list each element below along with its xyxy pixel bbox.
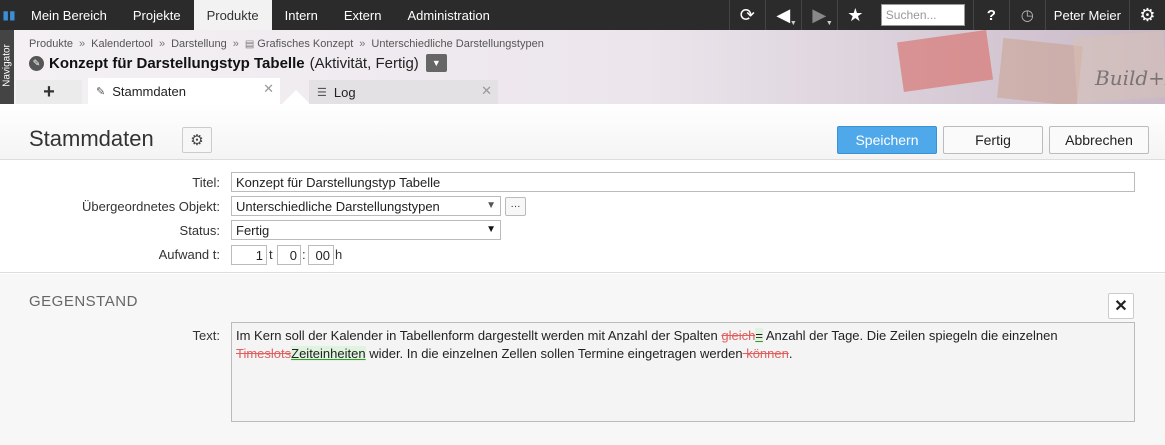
breadcrumb: Produkte » Kalendertool » Darstellung » …: [29, 38, 544, 50]
user-name[interactable]: Peter Meier: [1044, 0, 1129, 30]
breadcrumb-item[interactable]: Grafisches Konzept: [257, 38, 353, 50]
inserted-text: =: [755, 328, 763, 343]
header-decoration-script: Build+De: [1095, 66, 1165, 90]
effort-days-unit: t: [269, 247, 273, 262]
header-decoration: [896, 30, 994, 93]
close-tab-icon[interactable]: ✕: [481, 83, 492, 99]
object-type-status: (Aktivität, Fertig): [309, 54, 419, 72]
deleted-text: können: [742, 346, 789, 361]
nav-item-projekte[interactable]: Projekte: [120, 0, 194, 30]
parent-object-more-button[interactable]: ···: [505, 197, 526, 216]
page-settings-gear-icon[interactable]: ⚙: [182, 127, 212, 153]
breadcrumb-separator: »: [232, 38, 239, 50]
deleted-text: Timeslots: [236, 346, 292, 361]
text-editor[interactable]: Im Kern soll der Kalender in Tabellenfor…: [231, 322, 1135, 422]
forward-arrow-icon[interactable]: ▶ ▼: [800, 0, 837, 30]
status-label: Status:: [179, 223, 220, 238]
parent-object-value: Unterschiedliche Darstellungstypen: [236, 198, 440, 214]
header-decoration: [997, 37, 1083, 104]
tab-stammdaten[interactable]: ✎ Stammdaten ✕: [88, 78, 280, 104]
stammdaten-form: Titel: Konzept für Darstellungstyp Tabel…: [0, 161, 1165, 273]
chevron-down-icon[interactable]: ▼: [486, 200, 496, 211]
add-tab-button[interactable]: +: [16, 80, 82, 104]
deleted-text: gleich: [721, 328, 756, 343]
top-right-toolbar: ⟳ ◀▼ ▶▼ ★ ? ◷ Peter Meier ⚙: [728, 0, 1165, 30]
active-tab-indicator: [282, 90, 310, 104]
text-segment: Im Kern soll der Kalender in Tabellenfor…: [236, 328, 722, 343]
object-title-row: ✎ Konzept für Darstellungstyp Tabelle (A…: [29, 54, 447, 72]
favorites-star-icon[interactable]: ★: [836, 0, 873, 30]
text-segment: .: [788, 346, 793, 361]
effort-time-separator: :: [302, 247, 306, 262]
effort-minutes-input[interactable]: 00: [308, 245, 334, 265]
parent-object-label: Übergeordnetes Objekt:: [81, 199, 220, 214]
help-icon[interactable]: ?: [972, 0, 1009, 30]
settings-gear-icon[interactable]: ⚙: [1129, 0, 1165, 30]
breadcrumb-item[interactable]: Darstellung: [171, 38, 227, 50]
nav-item-produkte[interactable]: Produkte: [193, 0, 272, 30]
nav-item-administration[interactable]: Administration: [394, 0, 502, 30]
save-button[interactable]: Speichern: [837, 126, 937, 154]
object-menu-dropdown-icon[interactable]: ▼: [425, 54, 447, 72]
concept-board-icon: ▤: [244, 38, 255, 50]
nav-item-extern[interactable]: Extern: [331, 0, 395, 30]
activity-icon: ✎: [29, 55, 44, 71]
text-segment: Anzahl der Tage. Die Zeilen spiegeln die…: [762, 328, 1058, 343]
status-select[interactable]: Fertig ▼: [231, 220, 501, 240]
gegenstand-section: GEGENSTAND ✕ Text: Im Kern soll der Kale…: [0, 274, 1165, 445]
back-arrow-icon[interactable]: ◀ ▼: [764, 0, 801, 30]
done-button[interactable]: Fertig: [943, 126, 1043, 154]
refresh-icon[interactable]: ⟳: [728, 0, 765, 30]
effort-hours-input[interactable]: 0: [277, 245, 301, 265]
chevron-down-icon[interactable]: ▼: [486, 224, 496, 235]
breadcrumb-item[interactable]: Kalendertool: [91, 38, 153, 50]
breadcrumb-item[interactable]: Unterschiedliche Darstellungstypen: [371, 38, 543, 50]
top-navigation-bar: ▮▮ Mein Bereich Projekte Produkte Intern…: [0, 0, 1165, 30]
tab-log[interactable]: ☰ Log ✕: [309, 80, 498, 104]
close-icon[interactable]: ✕: [1108, 293, 1134, 319]
title-label: Titel:: [192, 175, 220, 190]
back-history-dropdown-icon[interactable]: ▼: [790, 20, 797, 27]
section-title: GEGENSTAND: [29, 293, 138, 310]
effort-days-input[interactable]: 1: [231, 245, 267, 265]
parent-object-select[interactable]: Unterschiedliche Darstellungstypen ▼: [231, 196, 501, 216]
nav-item-intern[interactable]: Intern: [272, 0, 331, 30]
timer-icon[interactable]: ◷: [1008, 0, 1045, 30]
breadcrumb-separator: »: [359, 38, 366, 50]
navigator-toggle[interactable]: Navigator: [0, 30, 14, 104]
effort-hours-unit: h: [335, 247, 343, 262]
list-icon: ☰: [317, 86, 327, 99]
effort-label: Aufwand t:: [158, 247, 220, 262]
text-segment: wider. In die einzelnen Zellen sollen Te…: [365, 346, 743, 361]
inserted-text: Zeiteinheiten: [291, 346, 366, 361]
object-title: Konzept für Darstellungstyp Tabelle: [49, 54, 305, 72]
cancel-button[interactable]: Abbrechen: [1049, 126, 1149, 154]
forward-history-dropdown-icon[interactable]: ▼: [826, 20, 833, 27]
breadcrumb-item[interactable]: Produkte: [29, 38, 73, 50]
page-toolbar: Stammdaten ⚙ Speichern Fertig Abbrechen: [0, 104, 1165, 160]
navigator-label: Navigator: [1, 44, 13, 87]
nav-item-mein-bereich[interactable]: Mein Bereich: [18, 0, 120, 30]
status-value: Fertig: [236, 222, 270, 238]
tab-label: Log: [333, 84, 356, 100]
search-input[interactable]: [880, 4, 965, 26]
title-input[interactable]: Konzept für Darstellungstyp Tabelle: [231, 172, 1135, 192]
activity-icon: ✎: [96, 85, 106, 98]
page-title: Stammdaten: [29, 126, 154, 151]
breadcrumb-separator: »: [79, 38, 86, 50]
close-tab-icon[interactable]: ✕: [263, 81, 274, 97]
text-label: Text:: [192, 328, 220, 343]
tab-label: Stammdaten: [112, 83, 186, 99]
breadcrumb-separator: »: [158, 38, 166, 50]
app-logo-icon[interactable]: ▮▮: [0, 0, 18, 30]
